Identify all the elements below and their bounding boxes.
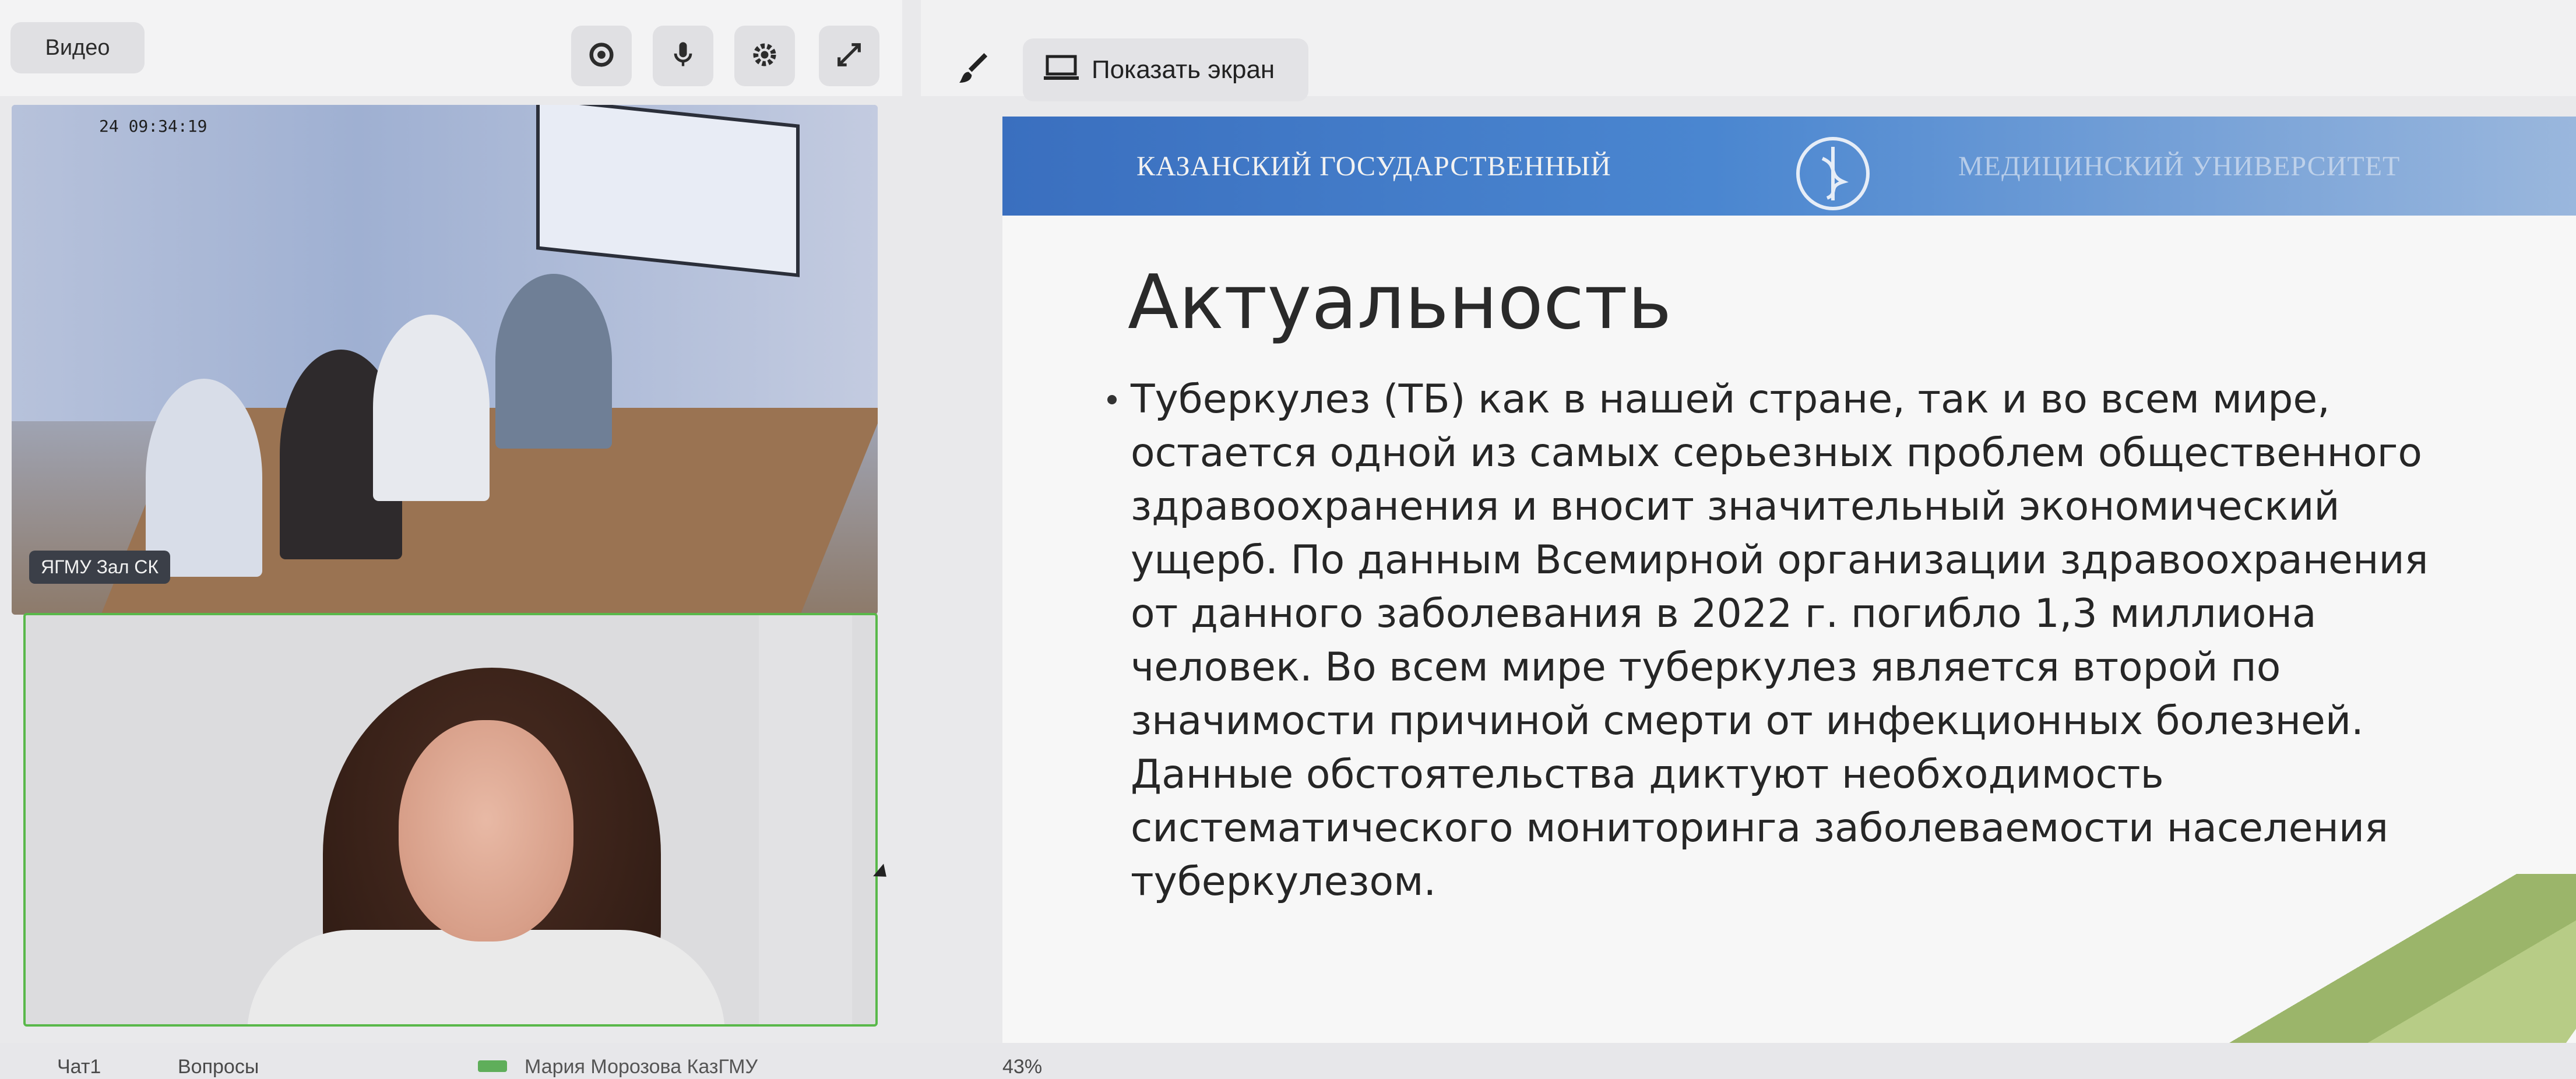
microphone-icon [668, 40, 698, 73]
share-screen-button[interactable]: Показать экран [1023, 38, 1308, 101]
background-shelf [759, 615, 852, 1024]
draw-button[interactable] [944, 41, 1002, 99]
current-speaker-name: Мария Морозова КазГМУ [525, 1056, 758, 1078]
university-name-left: КАЗАНСКИЙ ГОСУДАРСТВЕННЫЙ [1136, 151, 1611, 182]
fullscreen-button[interactable] [819, 26, 879, 86]
university-name-right: МЕДИЦИНСКИЙ УНИВЕРСИТЕТ [1958, 151, 2401, 182]
camera-button[interactable] [571, 26, 632, 86]
slide-line: значимости причиной смерти от инфекционн… [1131, 698, 2364, 744]
bullet-icon [1107, 395, 1117, 404]
participant-figure [373, 315, 490, 501]
slide-line: от данного заболевания в 2022 г. погибло… [1131, 591, 2317, 637]
video-tile-speaker[interactable] [23, 613, 878, 1027]
speaker-shirt [247, 930, 725, 1024]
speaking-indicator-icon [478, 1060, 507, 1072]
settings-button[interactable] [734, 26, 795, 86]
video-tile-room[interactable]: 24 09:34:19 ЯГМУ Зал СК [12, 105, 878, 615]
participant-figure [146, 379, 262, 577]
zoom-level[interactable]: 43% [1002, 1056, 1042, 1078]
video-tab[interactable]: Видео [10, 22, 145, 73]
brush-icon [955, 50, 992, 90]
slide-line: остается одной из самых серьезных пробле… [1131, 430, 2423, 476]
slide-header-banner: КАЗАНСКИЙ ГОСУДАРСТВЕННЫЙ МЕДИЦИНСКИЙ УН… [1002, 117, 2576, 216]
bottom-bar: Чат1 Вопросы Мария Морозова КазГМУ 43% [0, 1043, 2576, 1079]
slide-bullet-text: Туберкулез (ТБ) как в нашей стране, так … [1107, 373, 2471, 909]
participant-figure [495, 274, 612, 449]
university-emblem-icon [1792, 133, 1874, 214]
questions-tab[interactable]: Вопросы [178, 1056, 259, 1078]
chat-tab[interactable]: Чат1 [57, 1056, 101, 1078]
slide-line: человек. Во всем мире туберкулез являетс… [1131, 644, 2281, 690]
camera-icon [586, 40, 617, 73]
gear-icon [749, 40, 780, 73]
slide-title: Актуальность [1128, 259, 1672, 346]
presentation-slide: КАЗАНСКИЙ ГОСУДАРСТВЕННЫЙ МЕДИЦИНСКИЙ УН… [1002, 117, 2576, 1060]
participant-label: ЯГМУ Зал СК [29, 551, 171, 584]
slide-line: ущерб. По данным Всемирной организации з… [1131, 537, 2429, 583]
slide-line: здравоохранения и вносит значительный эк… [1131, 484, 2340, 530]
camera-timestamp: 24 09:34:19 [99, 117, 207, 136]
wall-screen [536, 105, 800, 277]
speaker-face [399, 720, 573, 942]
share-screen-label: Показать экран [1092, 55, 1275, 84]
slide-line: Данные обстоятельства диктуют необходимо… [1131, 752, 2164, 798]
microphone-button[interactable] [653, 26, 713, 86]
slide-line: Туберкулез (ТБ) как в нашей стране, так … [1131, 376, 2330, 422]
slide-line: систематического мониторинга заболеваемо… [1131, 805, 2388, 851]
fullscreen-icon [834, 40, 864, 73]
monitor-icon [1044, 53, 1079, 87]
video-panel-header: Видео [0, 0, 902, 96]
